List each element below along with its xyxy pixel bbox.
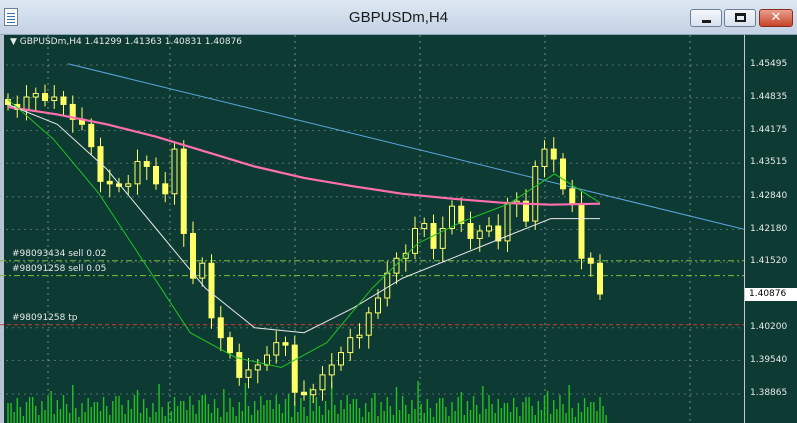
candle-body	[32, 93, 39, 98]
price-tick-label: 1.41520	[750, 256, 788, 267]
price-tick-label: 1.42840	[750, 190, 788, 201]
candle-body	[208, 262, 215, 319]
price-tick-label: 1.44175	[750, 124, 788, 135]
candle-body	[227, 337, 233, 354]
candle-body	[476, 230, 483, 239]
candle-body	[245, 369, 252, 378]
maximize-icon	[735, 13, 746, 22]
candle-body	[467, 223, 474, 239]
price-chart[interactable]	[0, 35, 745, 423]
candle-body	[310, 389, 317, 396]
candle-body	[171, 148, 178, 195]
price-tick-label: 1.45495	[750, 59, 788, 69]
candle-body	[449, 205, 455, 230]
current-price-label: 1.40876	[745, 288, 797, 302]
candle-body	[578, 203, 585, 259]
candle-body	[550, 148, 557, 160]
candle-body	[301, 391, 307, 396]
candle-body	[60, 96, 67, 105]
price-tick-label: 1.40200	[750, 321, 788, 332]
candle-body	[153, 165, 159, 185]
candle-body	[412, 228, 418, 254]
candle-body	[486, 225, 492, 232]
candle-body	[162, 183, 169, 195]
price-tick-label: 1.43515	[750, 157, 788, 168]
candle-body	[597, 262, 603, 295]
candle-body	[569, 188, 576, 205]
order-line-label: #98093434 sell 0.02	[12, 248, 107, 259]
candle-body	[291, 344, 298, 393]
price-tick-label: 1.38865	[750, 388, 788, 398]
candle-body	[254, 364, 261, 371]
candle-body	[5, 98, 11, 105]
price-tick-label: 1.39540	[750, 354, 788, 365]
tp-line-label: #98091258 tp	[12, 312, 78, 323]
close-icon: ✕	[770, 10, 782, 25]
maximize-button[interactable]	[724, 9, 756, 27]
minimize-icon	[702, 20, 711, 23]
symbol-info: ▼ GBPUSDm,H4 1.41299 1.41363 1.40831 1.4…	[10, 37, 243, 47]
candle-body	[587, 257, 594, 264]
candle-body	[125, 183, 132, 187]
candle-body	[541, 148, 548, 167]
candle-body	[319, 374, 326, 391]
candle-body	[134, 161, 141, 185]
candle-body	[384, 272, 391, 299]
moving-average-mid	[7, 104, 600, 334]
price-tick-label: 1.42180	[750, 223, 788, 234]
candle-body	[365, 312, 372, 336]
window-title: GBPUSDm,H4	[348, 9, 449, 26]
candle-body	[421, 223, 428, 230]
minimize-button[interactable]	[690, 9, 722, 27]
price-axis[interactable]: 1.45495 1.44835 1.44175 1.43515 1.42840 …	[744, 35, 797, 423]
candle-body	[199, 262, 206, 279]
candle-body	[532, 165, 539, 222]
candle-body	[236, 352, 243, 378]
order-line-label: #98091258 sell 0.05	[12, 263, 107, 274]
candle-body	[23, 96, 30, 110]
candle-body	[88, 123, 95, 148]
candle-body	[375, 297, 381, 314]
candle-body	[328, 364, 335, 376]
candle-body	[356, 334, 363, 339]
close-button[interactable]: ✕	[759, 9, 793, 27]
candle-body	[273, 342, 280, 356]
candle-body	[347, 337, 354, 354]
candle-body	[560, 158, 566, 190]
title-bar: GBPUSDm,H4 ✕	[0, 0, 797, 35]
candle-body	[264, 354, 270, 366]
price-tick-label: 1.44835	[750, 91, 788, 102]
candle-body	[338, 352, 344, 366]
candle-body	[217, 317, 224, 339]
candle-body	[282, 342, 289, 346]
candle-body	[143, 161, 150, 167]
candle-body	[51, 96, 58, 101]
candle-body	[42, 93, 48, 101]
candle-body	[106, 180, 113, 185]
candle-body	[180, 148, 187, 234]
